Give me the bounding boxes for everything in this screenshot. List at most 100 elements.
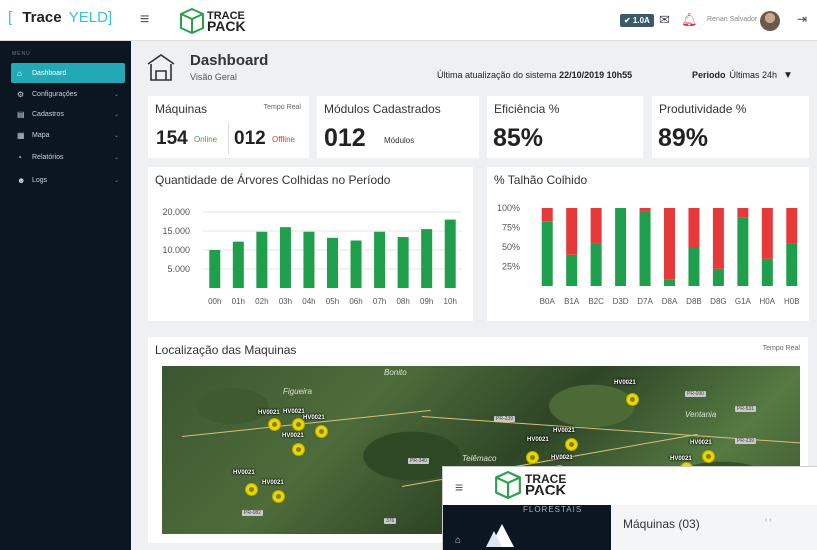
- module-title: MÓDULOS: [523, 491, 590, 506]
- road-label: 376: [384, 518, 397, 524]
- machine-pin-icon[interactable]: [626, 393, 639, 406]
- x-tick-label: 10h: [444, 297, 457, 306]
- machine-pin-icon[interactable]: [526, 451, 539, 464]
- stacked-bar-segment: [761, 258, 773, 286]
- machine-pin-icon[interactable]: [272, 490, 285, 503]
- bar: [374, 231, 386, 288]
- town-label: Ventania: [685, 410, 717, 419]
- pager-arrows[interactable]: ‹ ›: [765, 517, 772, 524]
- bar: [397, 237, 409, 288]
- stacked-bar-segment: [590, 208, 602, 244]
- stacked-bar-segment: [688, 247, 700, 286]
- machine-label: HV0021: [258, 410, 280, 416]
- home-icon[interactable]: ⌂: [455, 535, 461, 546]
- x-tick-label: D8B: [686, 297, 702, 306]
- x-tick-label: 07h: [373, 297, 386, 306]
- stacked-bar-segment: [664, 208, 675, 280]
- y-tick-label: 50%: [502, 242, 520, 252]
- machine-label: HV0021: [233, 470, 255, 476]
- box-icon: [495, 471, 521, 499]
- x-tick-label: H0B: [784, 297, 800, 306]
- bar: [232, 241, 244, 288]
- machine-label: HV0021: [670, 456, 692, 462]
- y-tick-label: 100%: [497, 203, 520, 213]
- machine-pin-icon[interactable]: [292, 443, 305, 456]
- tree-icon: [486, 524, 514, 547]
- bar: [256, 231, 268, 288]
- bar: [444, 219, 456, 288]
- machine-pin-icon[interactable]: [565, 438, 578, 451]
- x-tick-label: 06h: [349, 297, 362, 306]
- stacked-bar-segment: [761, 208, 773, 259]
- stacked-bar-segment: [590, 243, 602, 286]
- x-tick-label: D8G: [710, 297, 726, 306]
- machine-label: HV0021: [690, 440, 712, 446]
- stacked-bar-segment: [737, 217, 749, 286]
- stacked-bar-segment: [664, 279, 675, 286]
- maquinas-count: Máquinas (03): [623, 517, 700, 531]
- town-label: Figueira: [283, 387, 312, 396]
- map-title: Localização das Maquinas: [155, 343, 297, 357]
- x-tick-label: 08h: [396, 297, 409, 306]
- road-label: PR-340: [408, 458, 429, 464]
- stacked-bar-segment: [566, 254, 578, 286]
- machine-label: HV0021: [551, 455, 573, 461]
- stacked-bar-segment: [737, 208, 749, 218]
- machine-pin-icon[interactable]: [245, 483, 258, 496]
- road-label: PR-239: [494, 416, 515, 422]
- x-tick-label: B0A: [540, 297, 556, 306]
- x-tick-label: D8A: [662, 297, 678, 306]
- stacked-bar-segment: [786, 243, 798, 286]
- town-label: Telêmaco: [462, 454, 497, 463]
- x-tick-label: B1A: [564, 297, 580, 306]
- stacked-bar-segment: [615, 208, 627, 286]
- stacked-bar-segment: [541, 221, 553, 286]
- bar: [350, 240, 362, 288]
- machine-label: HV0021: [262, 480, 284, 486]
- y-tick-label: 15.000: [162, 226, 190, 236]
- stacked-bar-segment: [786, 208, 798, 244]
- stacked-bar-segment: [639, 211, 651, 286]
- x-tick-label: 03h: [279, 297, 292, 306]
- x-tick-label: 02h: [255, 297, 268, 306]
- road-label: PR-239: [735, 438, 756, 444]
- y-tick-label: 20.000: [162, 207, 190, 217]
- x-tick-label: D7A: [637, 297, 653, 306]
- x-tick-label: 05h: [326, 297, 339, 306]
- stacked-bar-segment: [688, 208, 700, 247]
- y-tick-label: 10.000: [162, 245, 190, 255]
- y-tick-label: 75%: [502, 223, 520, 233]
- x-tick-label: D3D: [613, 297, 629, 306]
- bar: [303, 231, 315, 288]
- road-label: PR-531: [735, 406, 756, 412]
- x-tick-label: 04h: [302, 297, 315, 306]
- overlay-window: ≡ TRACE PACK ⌂ MÓDULOS FLORESTAIS Máquina…: [442, 466, 817, 550]
- machine-pin-icon[interactable]: [702, 450, 715, 463]
- machine-label: HV0021: [527, 437, 549, 443]
- machine-pin-icon[interactable]: [315, 425, 328, 438]
- machine-label: HV0021: [282, 433, 304, 439]
- stacked-bar-segment: [639, 208, 651, 212]
- stacked-bar-segment: [566, 208, 578, 255]
- x-tick-label: 09h: [420, 297, 433, 306]
- module-subtitle: FLORESTAIS: [523, 505, 583, 514]
- machine-pin-icon[interactable]: [268, 418, 281, 431]
- bar: [421, 229, 433, 288]
- y-tick-label: 25%: [502, 262, 520, 272]
- road-line: [181, 409, 431, 437]
- x-tick-label: H0A: [760, 297, 776, 306]
- y-tick-label: 5.000: [167, 264, 190, 274]
- road-label: PR-090: [685, 391, 706, 397]
- x-tick-label: B2C: [588, 297, 604, 306]
- machine-label: HV0021: [553, 428, 575, 434]
- map-tag: Tempo Real: [762, 345, 800, 352]
- bar: [279, 227, 291, 288]
- machine-label: HV0021: [283, 409, 305, 415]
- town-label: Bonito: [384, 368, 407, 377]
- road-label: PR-082: [242, 510, 263, 516]
- x-tick-label: 00h: [208, 297, 221, 306]
- hamburger-icon[interactable]: ≡: [455, 479, 463, 495]
- machine-label: HV0021: [614, 380, 636, 386]
- stacked-bar-segment: [712, 208, 724, 269]
- x-tick-label: 01h: [232, 297, 245, 306]
